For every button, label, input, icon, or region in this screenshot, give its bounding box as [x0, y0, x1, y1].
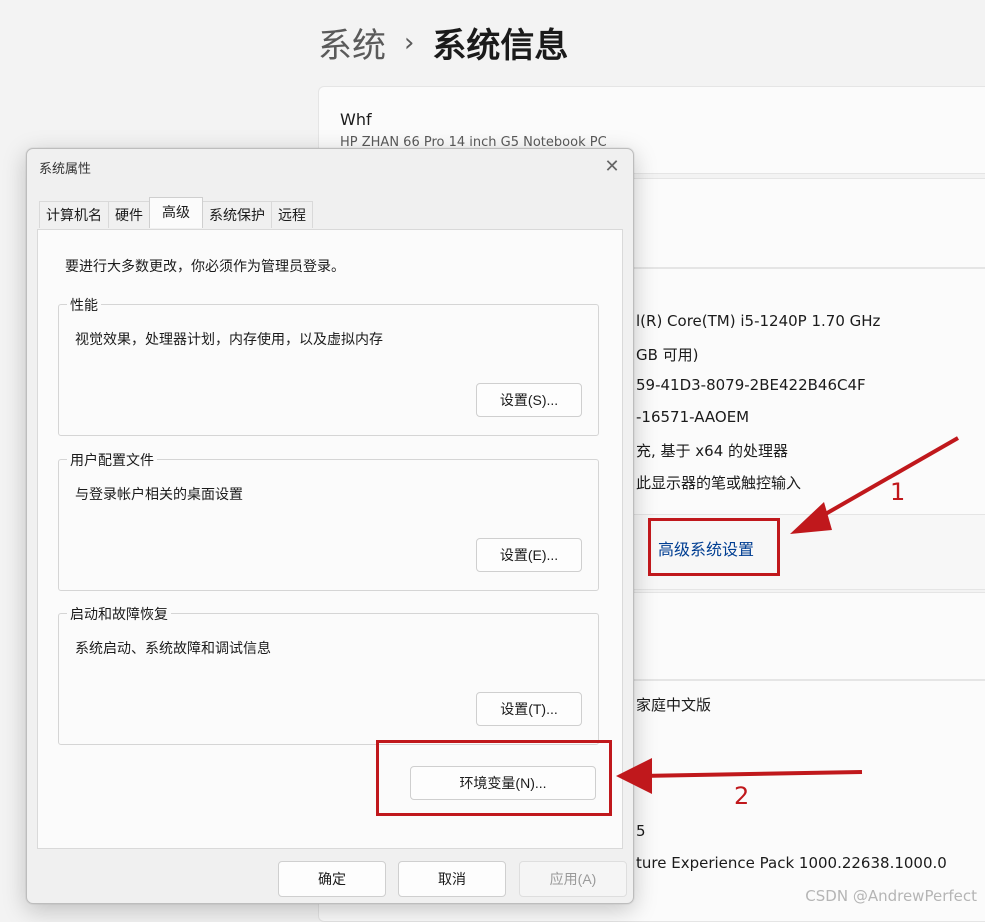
spec-product-id: -16571-AAOEM: [636, 408, 750, 426]
user-profile-legend: 用户配置文件: [67, 450, 157, 470]
performance-group: 性能 视觉效果，处理器计划，内存使用，以及虚拟内存 设置(S)...: [58, 295, 599, 436]
breadcrumb-separator: ›: [404, 27, 415, 58]
step-1-label: 1: [890, 478, 906, 506]
dialog-title: 系统属性: [39, 161, 92, 176]
spec-version: 5: [636, 822, 646, 840]
performance-settings-button[interactable]: 设置(S)...: [476, 383, 582, 417]
tab-system-protection[interactable]: 系统保护: [202, 201, 272, 228]
performance-description: 视觉效果，处理器计划，内存使用，以及虚拟内存: [75, 331, 383, 347]
spec-device-id: 59-41D3-8079-2BE422B46C4F: [636, 376, 866, 394]
spec-experience: ture Experience Pack 1000.22638.1000.0: [636, 854, 947, 872]
ok-button[interactable]: 确定: [278, 861, 386, 897]
tab-hardware[interactable]: 硬件: [108, 201, 150, 228]
device-name: Whf: [340, 110, 372, 129]
spec-pen-touch: 此显示器的笔或触控输入: [636, 474, 802, 492]
highlight-box-environment-variables: [376, 740, 612, 816]
close-icon[interactable]: ✕: [597, 152, 627, 180]
user-profile-settings-button[interactable]: 设置(E)...: [476, 538, 582, 572]
highlight-box-advanced-settings: [648, 518, 780, 576]
spec-edition: 家庭中文版: [636, 696, 712, 714]
startup-recovery-legend: 启动和故障恢复: [67, 604, 171, 624]
user-profile-description: 与登录帐户相关的桌面设置: [75, 486, 243, 502]
step-2-label: 2: [734, 782, 750, 810]
startup-recovery-settings-button[interactable]: 设置(T)...: [476, 692, 582, 726]
spec-ram: GB 可用): [636, 346, 699, 364]
performance-legend: 性能: [67, 295, 101, 315]
cancel-button[interactable]: 取消: [398, 861, 506, 897]
user-profile-group: 用户配置文件 与登录帐户相关的桌面设置 设置(E)...: [58, 450, 599, 591]
tab-computer-name[interactable]: 计算机名: [39, 201, 109, 228]
spec-system-type: 充, 基于 x64 的处理器: [636, 442, 789, 460]
watermark: CSDN @AndrewPerfect: [805, 887, 977, 905]
page-title: 系统信息: [432, 26, 569, 66]
startup-recovery-group: 启动和故障恢复 系统启动、系统故障和调试信息 设置(T)...: [58, 604, 599, 745]
tab-advanced[interactable]: 高级: [149, 197, 203, 228]
admin-notice: 要进行大多数更改，你必须作为管理员登录。: [65, 258, 345, 274]
apply-button[interactable]: 应用(A): [519, 861, 627, 897]
breadcrumb: 系统 › 系统信息: [318, 18, 568, 67]
startup-recovery-description: 系统启动、系统故障和调试信息: [75, 640, 271, 656]
spec-processor: l(R) Core(TM) i5-1240P 1.70 GHz: [636, 312, 881, 330]
tab-remote[interactable]: 远程: [271, 201, 313, 228]
breadcrumb-parent[interactable]: 系统: [318, 18, 386, 67]
tab-strip: 计算机名 硬件 高级 系统保护 远程: [39, 197, 313, 229]
